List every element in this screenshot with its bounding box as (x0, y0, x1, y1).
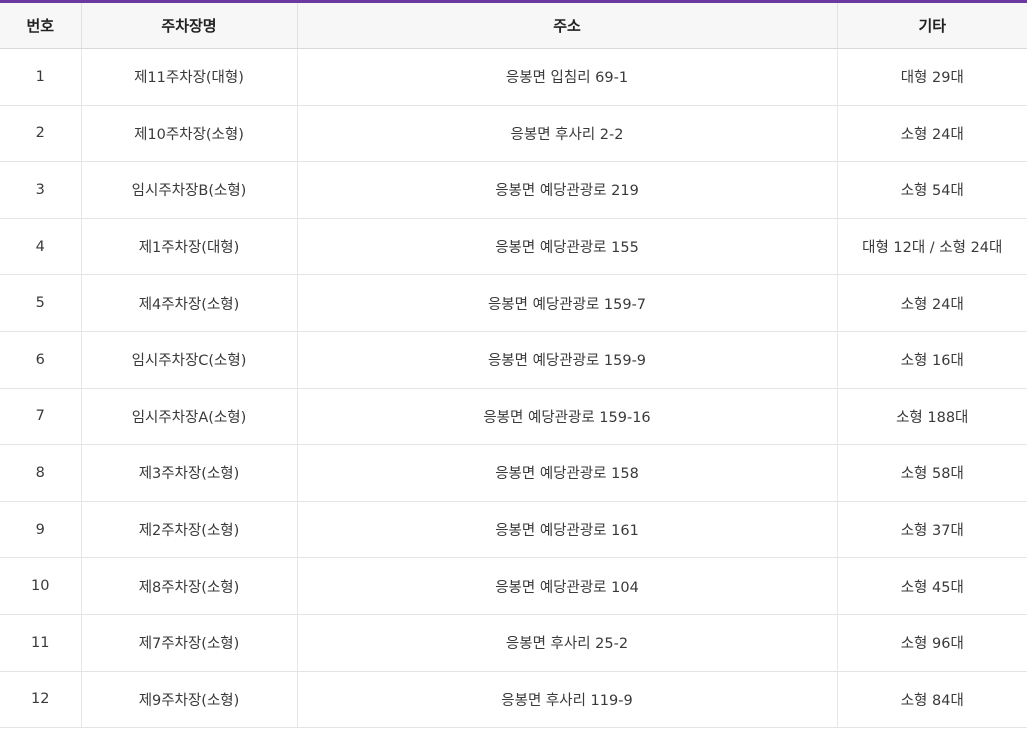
cell-address: 응봉면 후사리 25-2 (296, 614, 837, 672)
cell-etc: 소형 24대 (836, 274, 1027, 332)
header-etc: 기타 (836, 3, 1027, 49)
cell-etc: 소형 96대 (836, 614, 1027, 672)
cell-etc: 소형 16대 (836, 331, 1027, 389)
table-body: 1 제11주차장(대형) 응봉면 입침리 69-1 대형 29대 2 제10주차… (0, 48, 1027, 729)
cell-parking-name: 제3주차장(소형) (80, 444, 297, 502)
cell-number: 9 (0, 501, 81, 559)
table-row: 11 제7주차장(소형) 응봉면 후사리 25-2 소형 96대 (0, 614, 1027, 672)
cell-number: 5 (0, 274, 81, 332)
cell-etc: 소형 45대 (836, 557, 1027, 615)
cell-number: 2 (0, 105, 81, 163)
header-number: 번호 (0, 3, 81, 49)
cell-parking-name: 제2주차장(소형) (80, 501, 297, 559)
cell-number: 6 (0, 331, 81, 389)
cell-address: 응봉면 예당관광로 159-7 (296, 274, 837, 332)
cell-parking-name: 임시주차장B(소형) (80, 161, 297, 219)
cell-address: 응봉면 후사리 2-2 (296, 105, 837, 163)
cell-address: 응봉면 예당관광로 159-9 (296, 331, 837, 389)
cell-number: 4 (0, 218, 81, 276)
header-parking-name: 주차장명 (80, 3, 297, 49)
table-header: 번호 주차장명 주소 기타 (0, 3, 1027, 49)
table-row: 12 제9주차장(소형) 응봉면 후사리 119-9 소형 84대 (0, 671, 1027, 729)
cell-etc: 소형 58대 (836, 444, 1027, 502)
table-row: 10 제8주차장(소형) 응봉면 예당관광로 104 소형 45대 (0, 557, 1027, 615)
cell-parking-name: 제7주차장(소형) (80, 614, 297, 672)
table-row: 9 제2주차장(소형) 응봉면 예당관광로 161 소형 37대 (0, 501, 1027, 559)
cell-parking-name: 제1주차장(대형) (80, 218, 297, 276)
cell-address: 응봉면 예당관광로 155 (296, 218, 837, 276)
cell-address: 응봉면 예당관광로 104 (296, 557, 837, 615)
cell-address: 응봉면 후사리 119-9 (296, 671, 837, 729)
parking-lot-table: 번호 주차장명 주소 기타 1 제11주차장(대형) 응봉면 입침리 69-1 … (0, 3, 1027, 729)
header-row: 번호 주차장명 주소 기타 (0, 3, 1027, 49)
cell-address: 응봉면 예당관광로 219 (296, 161, 837, 219)
cell-parking-name: 임시주차장A(소형) (80, 388, 297, 446)
cell-etc: 소형 54대 (836, 161, 1027, 219)
table-row: 7 임시주차장A(소형) 응봉면 예당관광로 159-16 소형 188대 (0, 388, 1027, 446)
table-row: 2 제10주차장(소형) 응봉면 후사리 2-2 소형 24대 (0, 105, 1027, 163)
cell-etc: 소형 188대 (836, 388, 1027, 446)
cell-parking-name: 제8주차장(소형) (80, 557, 297, 615)
cell-parking-name: 임시주차장C(소형) (80, 331, 297, 389)
cell-etc: 대형 12대 / 소형 24대 (836, 218, 1027, 276)
cell-number: 12 (0, 671, 81, 729)
cell-address: 응봉면 예당관광로 161 (296, 501, 837, 559)
cell-etc: 소형 24대 (836, 105, 1027, 163)
cell-address: 응봉면 예당관광로 158 (296, 444, 837, 502)
cell-number: 8 (0, 444, 81, 502)
cell-number: 11 (0, 614, 81, 672)
cell-number: 3 (0, 161, 81, 219)
cell-parking-name: 제9주차장(소형) (80, 671, 297, 729)
cell-parking-name: 제11주차장(대형) (80, 48, 297, 106)
cell-address: 응봉면 입침리 69-1 (296, 48, 837, 106)
cell-number: 1 (0, 48, 81, 106)
cell-parking-name: 제10주차장(소형) (80, 105, 297, 163)
cell-parking-name: 제4주차장(소형) (80, 274, 297, 332)
cell-address: 응봉면 예당관광로 159-16 (296, 388, 837, 446)
table-row: 3 임시주차장B(소형) 응봉면 예당관광로 219 소형 54대 (0, 161, 1027, 219)
cell-etc: 소형 37대 (836, 501, 1027, 559)
cell-etc: 대형 29대 (836, 48, 1027, 106)
cell-number: 7 (0, 388, 81, 446)
parking-table-container: 번호 주차장명 주소 기타 1 제11주차장(대형) 응봉면 입침리 69-1 … (0, 0, 1027, 729)
cell-number: 10 (0, 557, 81, 615)
table-row: 5 제4주차장(소형) 응봉면 예당관광로 159-7 소형 24대 (0, 274, 1027, 332)
table-row: 1 제11주차장(대형) 응봉면 입침리 69-1 대형 29대 (0, 48, 1027, 106)
header-address: 주소 (296, 3, 837, 49)
table-row: 6 임시주차장C(소형) 응봉면 예당관광로 159-9 소형 16대 (0, 331, 1027, 389)
table-row: 8 제3주차장(소형) 응봉면 예당관광로 158 소형 58대 (0, 444, 1027, 502)
cell-etc: 소형 84대 (836, 671, 1027, 729)
table-row: 4 제1주차장(대형) 응봉면 예당관광로 155 대형 12대 / 소형 24… (0, 218, 1027, 276)
